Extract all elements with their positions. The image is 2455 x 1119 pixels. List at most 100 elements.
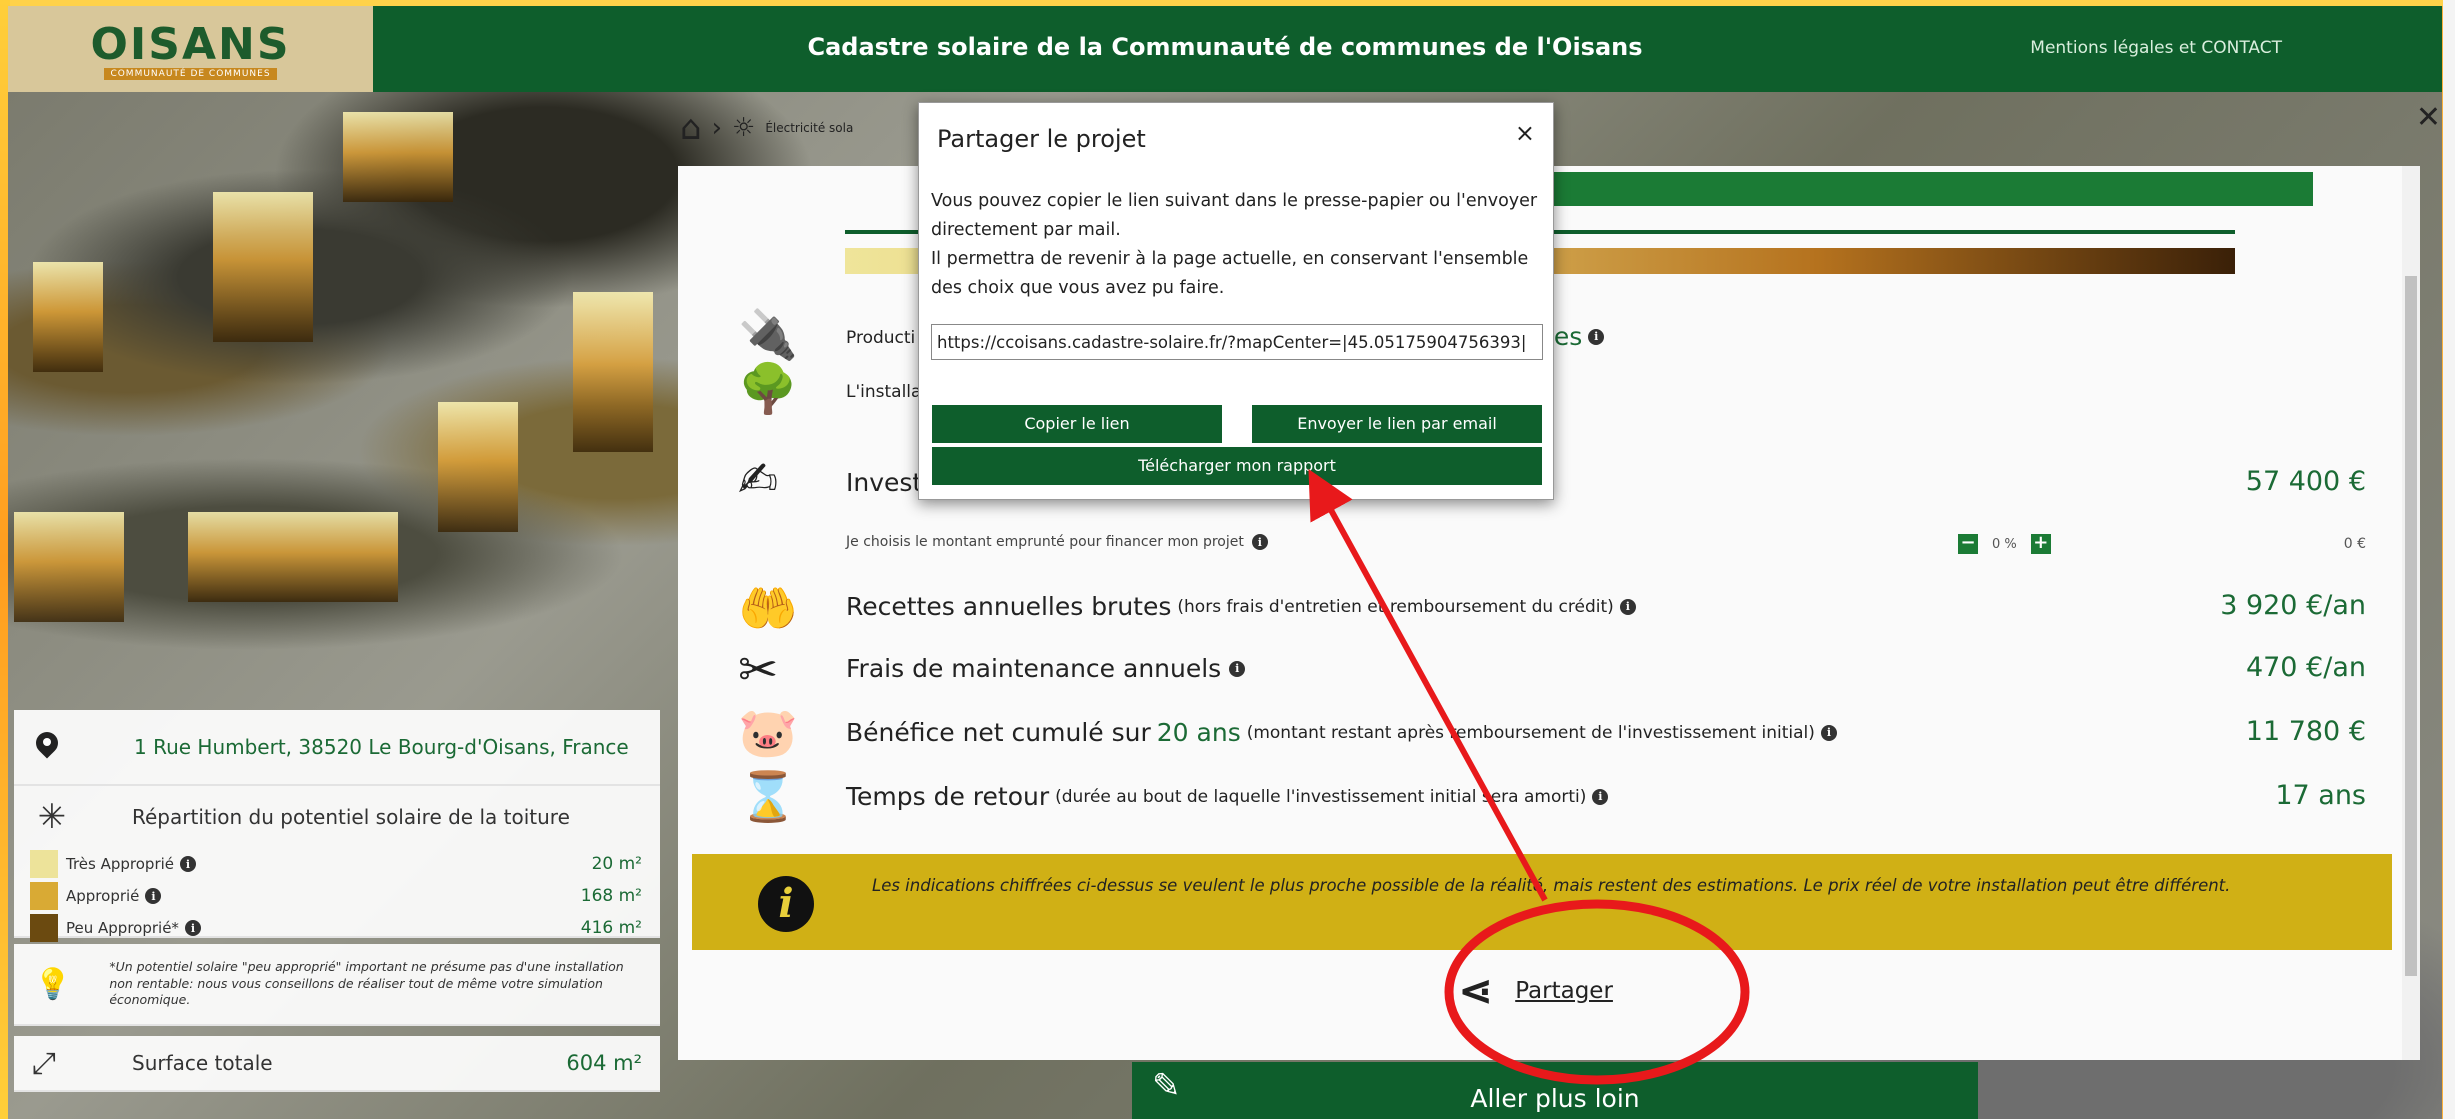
section-tab[interactable] — [1533, 172, 2313, 206]
aller-plus-loin-button[interactable]: ✎ Aller plus loin — [1132, 1062, 1978, 1119]
loan-label: Je choisis le montant emprunté pour fina… — [846, 534, 1244, 550]
production-label: Producti — [846, 328, 916, 348]
info-icon[interactable]: i — [1820, 724, 1837, 741]
frame-right — [2443, 0, 2455, 1119]
info-icon[interactable]: i — [1588, 328, 1605, 345]
disclaimer-banner: i Les indications chiffrées ci-dessus se… — [692, 854, 2392, 950]
aller-plus-loin-label: Aller plus loin — [1470, 1084, 1640, 1113]
category-label: Peu Approprié* — [66, 919, 179, 937]
recettes-label: Recettes annuelles brutes — [846, 592, 1172, 621]
benefice-label-wrap: Bénéfice net cumulé sur 20 ans (montant … — [846, 718, 1837, 747]
info-icon[interactable]: i — [1229, 660, 1246, 677]
info-icon[interactable]: i — [145, 888, 162, 904]
category-value: 168 m² — [580, 886, 642, 906]
modal-title: Partager le projet — [937, 125, 1146, 153]
roof-overlay — [33, 262, 103, 372]
decrement-button[interactable]: − — [1958, 534, 1978, 554]
benefice-note: (montant restant après remboursement de … — [1246, 722, 1815, 743]
loan-value: 0 € — [2343, 536, 2366, 552]
investment-value: 57 400 € — [2245, 466, 2366, 497]
close-panel-icon[interactable]: ✕ — [2416, 100, 2441, 135]
breadcrumb-item[interactable]: Électricité sola — [765, 121, 853, 135]
email-link-button[interactable]: Envoyer le lien par email — [1252, 405, 1542, 443]
repartition-card: ✳ Répartition du potentiel solaire de la… — [14, 786, 660, 942]
money-hand-icon: ✍ — [738, 452, 779, 508]
category-label: Approprié — [66, 887, 140, 905]
info-icon[interactable]: i — [184, 920, 201, 936]
tools-icon: ✂ — [738, 642, 779, 698]
recettes-note: (hors frais d'entretien et remboursement… — [1177, 596, 1614, 617]
roof-overlay — [213, 192, 313, 342]
legal-contact-link[interactable]: Mentions légales et CONTACT — [2030, 38, 2282, 58]
roof-overlay — [14, 512, 124, 622]
modal-text-1: Vous pouvez copier le lien suivant dans … — [931, 191, 1538, 240]
info-panel: 1 Rue Humbert, 38520 Le Bourg-d'Oisans, … — [14, 710, 660, 1092]
recettes-label-wrap: Recettes annuelles brutes (hors frais d'… — [846, 592, 1636, 621]
retour-note: (durée au bout de laquelle l'investissem… — [1055, 786, 1587, 807]
loan-label-wrap: Je choisis le montant emprunté pour fina… — [846, 534, 1268, 550]
info-circle-icon: i — [758, 876, 814, 932]
hourglass-icon: ⌛ — [738, 769, 798, 825]
surface-card: ⤢ Surface totale 604 m² — [14, 1036, 660, 1092]
investment-label: Investi — [846, 468, 930, 497]
benefice-label: Bénéfice net cumulé sur — [846, 718, 1151, 747]
increment-button[interactable]: + — [2030, 534, 2051, 554]
lightbulb-icon: 💡 — [34, 966, 72, 1002]
category-row: Peu Approprié* i 416 m² — [14, 912, 660, 944]
hand-coin-icon: 🤲 — [738, 581, 798, 637]
category-row: Très Approprié i 20 m² — [14, 848, 660, 880]
share-modal: Partager le projet × Vous pouvez copier … — [918, 102, 1554, 500]
solar-panel-icon: ☼ — [732, 113, 756, 143]
category-value: 20 m² — [591, 854, 642, 874]
benefice-years: 20 ans — [1156, 718, 1241, 747]
disclaimer-text: Les indications chiffrées ci-dessus se v… — [872, 876, 2231, 895]
share-icon: ⋖ — [1458, 966, 1494, 1015]
swatch-approprie — [30, 882, 58, 910]
recettes-value: 3 920 €/an — [2220, 590, 2366, 621]
surface-label: Surface totale — [132, 1051, 273, 1075]
address-card: 1 Rue Humbert, 38520 Le Bourg-d'Oisans, … — [14, 710, 660, 786]
header: OISANS COMMUNAUTÉ DE COMMUNES Cadastre s… — [8, 6, 2442, 92]
logo[interactable]: OISANS COMMUNAUTÉ DE COMMUNES — [8, 6, 373, 92]
share-label[interactable]: Partager — [1515, 978, 1613, 1004]
location-pin-icon — [36, 732, 58, 762]
info-icon[interactable]: i — [180, 856, 197, 872]
roof-overlay — [438, 402, 518, 532]
swatch-tres-approprie — [30, 850, 58, 878]
retour-label: Temps de retour — [846, 782, 1050, 811]
info-icon[interactable]: i — [1592, 788, 1609, 805]
retour-label-wrap: Temps de retour (durée au bout de laquel… — [846, 782, 1609, 811]
roof-overlay — [573, 292, 653, 452]
retour-value: 17 ans — [2275, 780, 2366, 811]
roof-overlay — [343, 112, 453, 202]
sun-icon: ✳ — [37, 797, 67, 837]
roof-overlay — [188, 512, 398, 602]
repartition-title: Répartition du potentiel solaire de la t… — [132, 805, 570, 829]
logo-subtitle: COMMUNAUTÉ DE COMMUNES — [104, 67, 277, 80]
info-icon[interactable]: i — [1619, 598, 1636, 615]
note-card: 💡 *Un potentiel solaire "peu approprié" … — [14, 944, 660, 1026]
share-button[interactable]: ⋖ Partager — [1458, 966, 1613, 1015]
info-icon[interactable]: i — [1251, 534, 1268, 550]
surface-icon: ⤢ — [32, 1045, 56, 1081]
share-link-input[interactable] — [931, 324, 1543, 360]
category-value: 416 m² — [580, 918, 642, 938]
download-report-button[interactable]: Télécharger mon rapport — [932, 447, 1542, 485]
maintenance-label-wrap: Frais de maintenance annuels i — [846, 654, 1246, 683]
close-icon[interactable]: × — [1515, 119, 1535, 147]
loan-percent: 0 % — [1992, 536, 2017, 552]
category-row: Approprié i 168 m² — [14, 880, 660, 912]
note-text: *Un potentiel solaire "peu approprié" im… — [109, 958, 624, 1008]
scrollbar-thumb[interactable] — [2405, 276, 2417, 976]
scrollbar[interactable] — [2402, 166, 2420, 1060]
category-label: Très Approprié — [66, 855, 175, 873]
modal-text-2: Il permettra de revenir à la page actuel… — [931, 249, 1529, 298]
copy-link-button[interactable]: Copier le lien — [932, 405, 1222, 443]
maintenance-value: 470 €/an — [2245, 652, 2366, 683]
home-icon[interactable]: ⌂ — [680, 108, 702, 148]
surface-value: 604 m² — [566, 1051, 642, 1075]
install-label: L'installa — [846, 382, 922, 402]
tree-icon: 🌳 — [738, 361, 798, 417]
chevron-right-icon: › — [711, 113, 722, 143]
loan-stepper: − 0 % + — [1958, 534, 2051, 554]
